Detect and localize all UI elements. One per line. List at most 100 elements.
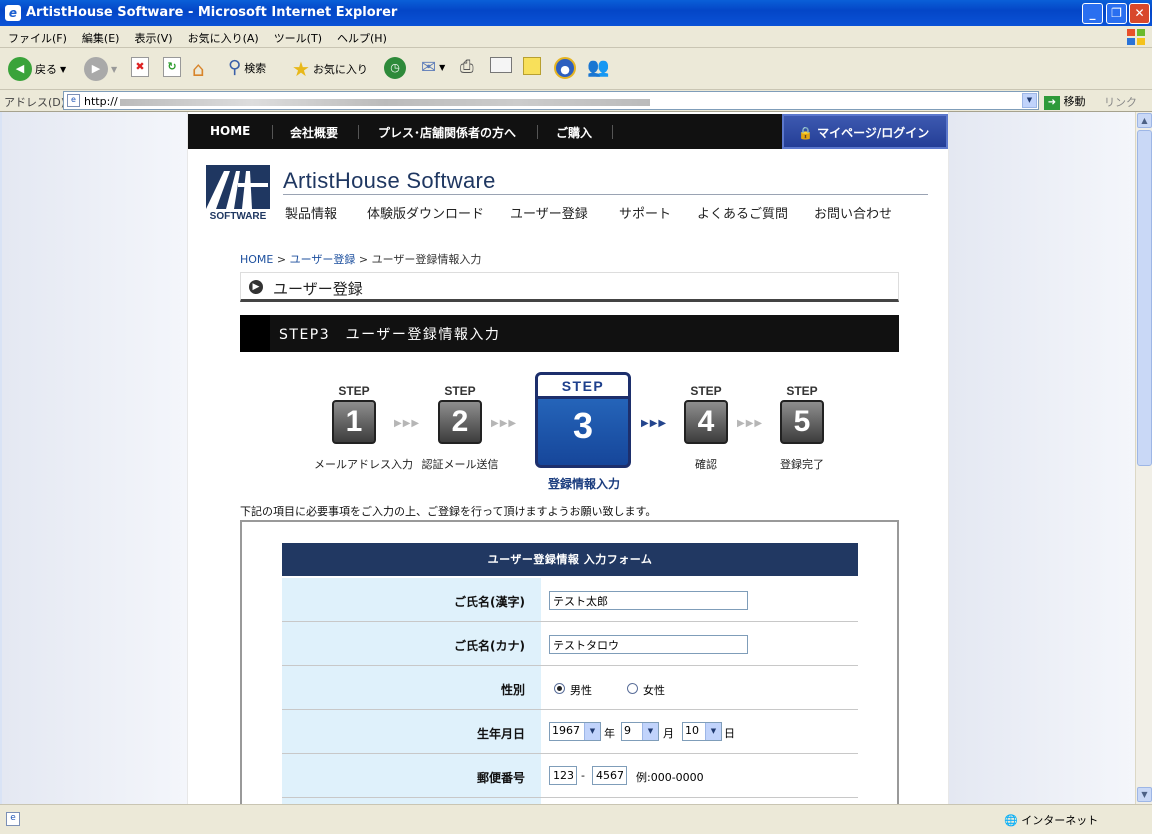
divider	[612, 125, 613, 139]
birth-year-select[interactable]: 1967 ▼	[549, 722, 601, 741]
artisthouse-logo[interactable]: SOFTWARE	[206, 165, 270, 221]
print-button[interactable]: ⎙	[460, 57, 474, 77]
refresh-button[interactable]: ↻	[163, 57, 181, 77]
menu-edit[interactable]: 編集(E)	[74, 26, 127, 46]
stop-button[interactable]: ✖	[131, 57, 149, 77]
topnav-home[interactable]: HOME	[210, 124, 250, 138]
divider	[283, 194, 928, 195]
ie-icon: e	[5, 5, 21, 21]
step-number: 2	[438, 400, 482, 444]
divider	[358, 125, 359, 139]
scroll-up-icon[interactable]: ▲	[1137, 113, 1152, 128]
name-kana-input[interactable]	[549, 635, 748, 654]
breadcrumb-home[interactable]: HOME	[240, 253, 273, 266]
close-button[interactable]: ✕	[1129, 3, 1150, 24]
menu-tools[interactable]: ツール(T)	[266, 26, 329, 46]
topnav-purchase[interactable]: ご購入	[556, 124, 592, 141]
breadcrumb-user-registration[interactable]: ユーザー登録	[290, 253, 356, 266]
step-title: STEP3 ユーザー登録情報入力	[279, 327, 501, 343]
step-3-caption: 登録情報入力	[547, 477, 620, 491]
standard-toolbar: ◀ 戻る ▼ ▶ ▼ ✖ ↻ ⌂ ⚲ 検索 ★ お気に入り ◷ ✉ ▼ ⎙ ● …	[0, 48, 1152, 90]
step-2-caption: 認証メール送信	[421, 458, 499, 471]
globe-icon: 🌐	[1004, 814, 1018, 827]
step-5: STEP 5	[760, 384, 844, 444]
form-row-birthdate: 生年月日 1967 ▼ 年 9 ▼ 月 10 ▼ 日	[282, 710, 858, 754]
menu-view[interactable]: 表示(V)	[126, 26, 179, 46]
dropdown-icon: ▼	[111, 64, 118, 74]
intro-text: 下記の項目に必要事項をご入力の上、ご登録を行って頂けますようお願い致します。	[240, 505, 657, 518]
research-button[interactable]: ●	[554, 57, 576, 79]
scroll-thumb[interactable]	[1137, 130, 1152, 466]
birth-day-select[interactable]: 10 ▼	[682, 722, 722, 741]
side-background	[948, 112, 1135, 804]
favorites-button[interactable]: ★ お気に入り	[292, 57, 368, 81]
arrow-circle-icon: ▶	[249, 280, 263, 294]
zip2-input[interactable]	[592, 766, 627, 785]
history-button[interactable]: ◷	[384, 57, 406, 79]
menu-file[interactable]: ファイル(F)	[0, 26, 74, 46]
form-row-name-kanji: ご氏名(漢字)	[282, 578, 858, 622]
topnav-press[interactable]: プレス･店舗関係者の方へ	[378, 124, 516, 141]
go-button[interactable]: ➜ 移動	[1044, 93, 1086, 110]
field-label: ご氏名(漢字)	[282, 578, 541, 621]
step-3-active: STEP 3	[535, 372, 631, 468]
page-status-icon: e	[6, 812, 20, 826]
star-icon: ★	[292, 57, 310, 81]
gnav-products[interactable]: 製品情報	[285, 203, 337, 222]
minimize-button[interactable]: _	[1082, 3, 1103, 24]
gnav-contact[interactable]: お問い合わせ	[814, 203, 892, 222]
edit-button[interactable]	[490, 57, 512, 73]
birth-month-select[interactable]: 9 ▼	[621, 722, 659, 741]
vertical-scrollbar[interactable]: ▲ ▼	[1135, 112, 1152, 804]
home-button[interactable]: ⌂	[192, 57, 205, 81]
lock-icon: 🔒	[798, 126, 813, 140]
messenger-icon: 👥	[587, 57, 610, 78]
field-label: 生年月日	[282, 710, 541, 753]
gnav-user-registration[interactable]: ユーザー登録	[510, 203, 588, 222]
name-kanji-input[interactable]	[549, 591, 748, 610]
gender-female-radio[interactable]	[627, 683, 638, 694]
address-input[interactable]: e http:// ▼	[63, 91, 1039, 110]
gnav-support[interactable]: サポート	[619, 203, 671, 222]
forward-button[interactable]: ▶ ▼	[84, 57, 117, 81]
breadcrumb-current: ユーザー登録情報入力	[371, 253, 482, 266]
brand-name[interactable]: ArtistHouse Software	[283, 168, 496, 194]
dropdown-icon: ▼	[584, 723, 600, 740]
step-number: 3	[572, 405, 594, 446]
form-row-zip: 郵便番号 - 例:000-0000	[282, 754, 858, 798]
side-background	[2, 112, 188, 804]
topnav-company[interactable]: 会社概要	[290, 124, 338, 141]
search-icon: ⚲	[228, 57, 242, 78]
gender-male-radio[interactable]	[554, 683, 565, 694]
address-label: アドレス(D)	[4, 96, 66, 109]
gender-male-label: 男性	[570, 684, 592, 697]
messenger-button[interactable]: 👥	[587, 57, 609, 78]
links-button[interactable]: リンク	[1104, 94, 1137, 110]
menu-favorites[interactable]: お気に入り(A)	[180, 26, 266, 46]
discuss-button[interactable]	[523, 57, 541, 75]
note-icon	[523, 57, 541, 75]
mail-button[interactable]: ✉ ▼	[421, 57, 445, 78]
web-page: HOME 会社概要 プレス･店舗関係者の方へ ご購入 🔒 マイページ/ログイン	[188, 112, 948, 804]
forward-arrow-icon: ▶	[84, 57, 108, 81]
form-row-name-kana: ご氏名(カナ)	[282, 622, 858, 666]
address-dropdown-icon[interactable]: ▼	[1022, 93, 1037, 108]
go-arrow-icon: ➜	[1044, 96, 1060, 110]
dropdown-icon: ▼	[642, 723, 658, 740]
search-button[interactable]: ⚲ 検索	[228, 57, 266, 78]
window-title: ArtistHouse Software - Microsoft Interne…	[26, 5, 398, 20]
step-2: STEP 2	[418, 384, 502, 444]
back-button[interactable]: ◀ 戻る ▼	[8, 57, 66, 81]
mypage-login-button[interactable]: 🔒 マイページ/ログイン	[782, 114, 948, 149]
zip1-input[interactable]	[549, 766, 577, 785]
menu-help[interactable]: ヘルプ(H)	[329, 26, 394, 46]
mail-icon: ✉	[421, 57, 437, 78]
gnav-trial-download[interactable]: 体験版ダウンロード	[367, 203, 484, 222]
divider	[272, 125, 273, 139]
step-title-bar: STEP3 ユーザー登録情報入力	[240, 315, 899, 352]
scroll-down-icon[interactable]: ▼	[1137, 787, 1152, 802]
maximize-button[interactable]: ❐	[1106, 3, 1127, 24]
gnav-faq[interactable]: よくあるご質問	[697, 203, 788, 222]
step-4-caption: 確認	[695, 458, 717, 471]
step-arrow-icon: ▶▶▶	[394, 418, 421, 429]
